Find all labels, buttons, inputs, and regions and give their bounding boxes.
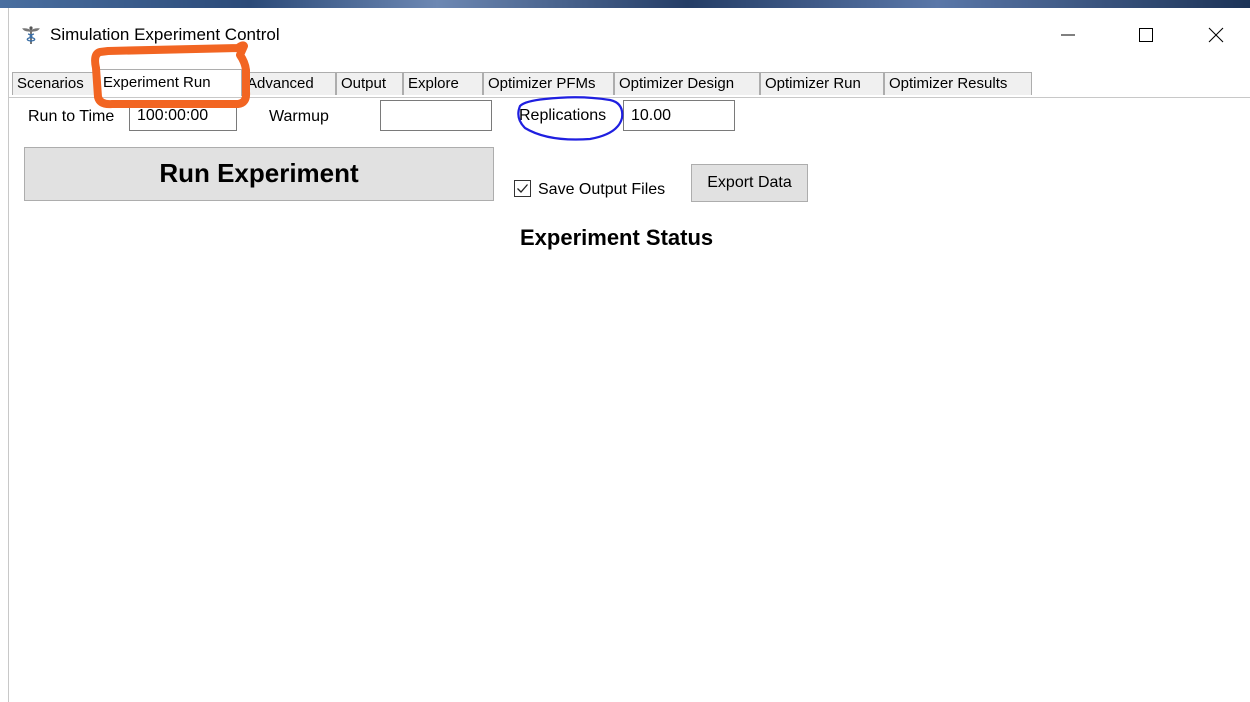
warmup-label: Warmup [269,108,329,125]
save-output-checkbox[interactable] [514,180,531,197]
replications-input[interactable]: 10.00 [623,100,735,131]
tab-divider [9,97,1250,98]
tab-output[interactable]: Output [336,72,403,95]
desktop-background-strip [0,0,1250,8]
caduceus-icon [21,25,41,45]
replications-label: Replications [519,107,607,124]
run-experiment-button[interactable]: Run Experiment [24,147,494,201]
tab-advanced[interactable]: Advanced [242,72,336,95]
minimize-icon [1061,34,1075,36]
tab-optimizer-pfms[interactable]: Optimizer PFMs [483,72,614,95]
tab-strip: Scenarios Experiment Run Advanced Output… [9,63,1250,97]
checkmark-icon [517,184,528,193]
screenshot: Simulation Experiment Control Scenarios … [0,0,1250,702]
tab-optimizer-run[interactable]: Optimizer Run [760,72,884,95]
experiment-control-window: Simulation Experiment Control Scenarios … [8,8,1250,702]
run-to-time-label: Run to Time [28,108,115,125]
maximize-button[interactable] [1123,16,1169,54]
minimize-button[interactable] [1045,16,1091,54]
tab-optimizer-design[interactable]: Optimizer Design [614,72,760,95]
tab-experiment-run[interactable]: Experiment Run [98,69,242,96]
experiment-status-heading: Experiment Status [520,225,714,250]
tab-scenarios[interactable]: Scenarios [12,72,98,95]
save-output-label: Save Output Files [538,181,666,198]
close-icon [1208,27,1224,43]
tab-optimizer-results[interactable]: Optimizer Results [884,72,1032,95]
export-data-button[interactable]: Export Data [691,164,808,202]
run-to-time-input[interactable]: 100:00:00 [129,100,237,131]
warmup-input[interactable] [380,100,492,131]
tab-explore[interactable]: Explore [403,72,483,95]
window-title: Simulation Experiment Control [50,25,280,44]
close-button[interactable] [1193,16,1239,54]
maximize-icon [1139,28,1153,42]
title-bar: Simulation Experiment Control [9,8,1250,58]
